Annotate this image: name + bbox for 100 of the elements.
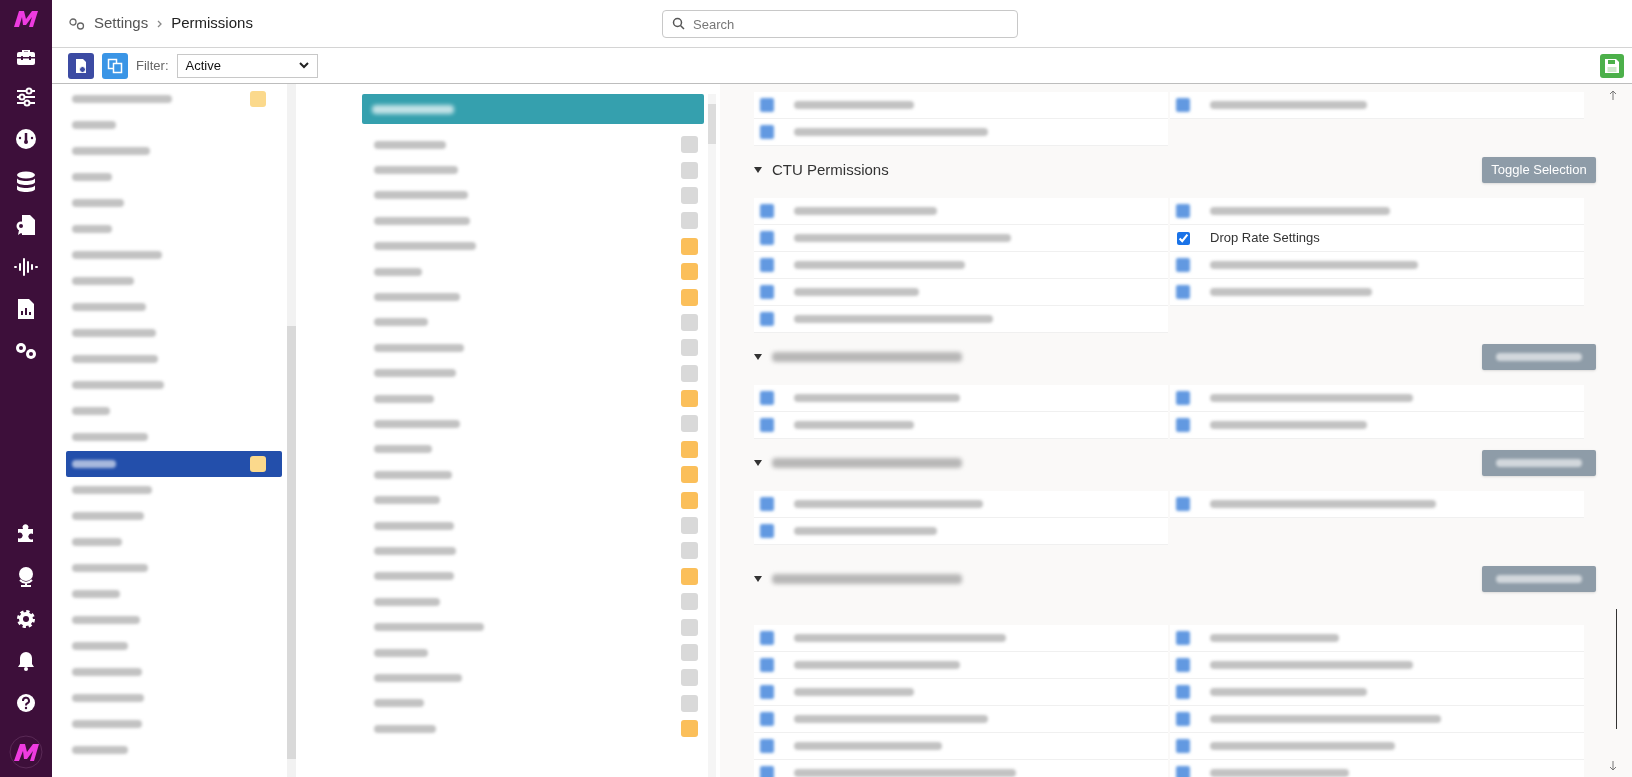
blurred-icon[interactable] [760, 524, 774, 538]
status-badge[interactable] [681, 237, 698, 255]
blurred-icon[interactable] [1176, 685, 1190, 699]
blurred-text [72, 642, 128, 650]
globe-icon[interactable] [16, 565, 36, 587]
blurred-icon[interactable] [760, 125, 774, 139]
blurred-icon[interactable] [760, 391, 774, 405]
status-badge[interactable] [681, 517, 698, 535]
blurred-text [72, 694, 144, 702]
status-badge[interactable] [681, 567, 698, 585]
group-item[interactable] [66, 450, 282, 477]
bell-icon[interactable] [17, 651, 35, 671]
blurred-icon[interactable] [1176, 418, 1190, 432]
help-icon[interactable] [16, 693, 36, 713]
blurred-icon[interactable] [760, 285, 774, 299]
caret-icon[interactable] [754, 460, 762, 466]
caret-icon [298, 62, 309, 69]
save-button[interactable] [1600, 53, 1624, 78]
gears-icon[interactable] [14, 341, 38, 361]
status-badge[interactable] [681, 313, 698, 331]
blurred-icon[interactable] [760, 258, 774, 272]
breadcrumb-link[interactable]: Settings [94, 12, 149, 35]
blurred-icon[interactable] [1176, 204, 1190, 218]
blurred-icon[interactable] [1176, 739, 1190, 753]
toolbox-icon[interactable] [16, 48, 36, 66]
gauge-icon[interactable] [15, 128, 37, 150]
status-badge[interactable] [681, 212, 698, 230]
report-icon[interactable] [17, 298, 35, 320]
blurred-icon[interactable] [760, 631, 774, 645]
status-badge[interactable] [681, 415, 698, 433]
status-badge[interactable] [681, 491, 698, 509]
scrollbar[interactable] [708, 94, 716, 777]
blurred-icon[interactable] [760, 739, 774, 753]
blurred-icon[interactable] [760, 204, 774, 218]
status-badge[interactable] [681, 440, 698, 458]
blurred-text [72, 668, 142, 676]
blurred-icon[interactable] [760, 766, 774, 777]
blurred-icon[interactable] [1176, 658, 1190, 672]
checkbox[interactable] [1177, 231, 1190, 245]
blurred-icon[interactable] [1176, 258, 1190, 272]
blurred-icon[interactable] [760, 98, 774, 112]
blurred-icon[interactable] [1176, 766, 1190, 777]
copy-button[interactable] [102, 52, 128, 79]
blurred-icon[interactable] [760, 497, 774, 511]
blurred-text [72, 459, 116, 468]
certificate-icon[interactable] [16, 214, 36, 236]
status-badge[interactable] [681, 364, 698, 382]
status-badge[interactable] [681, 694, 698, 712]
status-badge[interactable] [681, 161, 698, 179]
puzzle-icon[interactable] [16, 523, 36, 543]
blurred-icon[interactable] [760, 658, 774, 672]
status-badge[interactable] [681, 644, 698, 661]
status-badge[interactable] [681, 669, 698, 687]
toggle-selection-button[interactable] [1482, 566, 1596, 592]
search-field[interactable]: Search [662, 10, 1018, 38]
blurred-icon[interactable] [1176, 98, 1190, 112]
status-badge[interactable] [681, 618, 698, 636]
blurred-icon[interactable] [1176, 712, 1190, 726]
status-badge[interactable] [681, 542, 698, 560]
blurred-text [72, 512, 144, 520]
filter-dropdown[interactable]: Active [176, 53, 318, 78]
settings-icon[interactable] [16, 609, 36, 629]
toggle-selection-button[interactable] [1482, 344, 1596, 370]
caret-icon[interactable] [754, 354, 762, 360]
chevron-icon [157, 19, 163, 28]
logo-icon[interactable] [9, 735, 43, 769]
blurred-text [374, 648, 428, 657]
status-badge[interactable] [681, 466, 698, 484]
blurred-icon[interactable] [1176, 391, 1190, 405]
database-icon[interactable] [16, 171, 36, 193]
blurred-icon[interactable] [1176, 497, 1190, 511]
status-badge[interactable] [681, 339, 698, 357]
blurred-icon[interactable] [760, 418, 774, 432]
status-badge[interactable] [681, 186, 698, 204]
blurred-icon[interactable] [1176, 631, 1190, 645]
status-badge[interactable] [681, 288, 698, 306]
status-badge[interactable] [681, 720, 698, 738]
blurred-text [72, 590, 120, 598]
blurred-icon[interactable] [760, 685, 774, 699]
blurred-icon[interactable] [1176, 285, 1190, 299]
caret-icon[interactable] [754, 576, 762, 582]
status-badge[interactable] [681, 263, 698, 281]
blurred-text [374, 597, 440, 606]
blurred-text [374, 445, 432, 454]
blurred-icon[interactable] [760, 712, 774, 726]
arrow-down-icon[interactable] [1609, 761, 1617, 771]
waveform-icon[interactable] [13, 257, 39, 277]
status-badge[interactable] [681, 593, 698, 611]
logo-icon[interactable] [13, 10, 39, 28]
scrollbar[interactable] [287, 84, 296, 777]
blurred-icon[interactable] [760, 231, 774, 245]
new-document-button[interactable] [68, 52, 94, 79]
toggle-selection-button[interactable] [1482, 450, 1596, 476]
blurred-text [72, 277, 134, 285]
sliders-icon[interactable] [16, 87, 36, 107]
status-badge[interactable] [681, 390, 698, 408]
arrow-up-icon[interactable] [1609, 90, 1617, 100]
blurred-icon[interactable] [760, 312, 774, 326]
caret-icon[interactable] [754, 167, 762, 173]
status-badge[interactable] [681, 136, 698, 154]
